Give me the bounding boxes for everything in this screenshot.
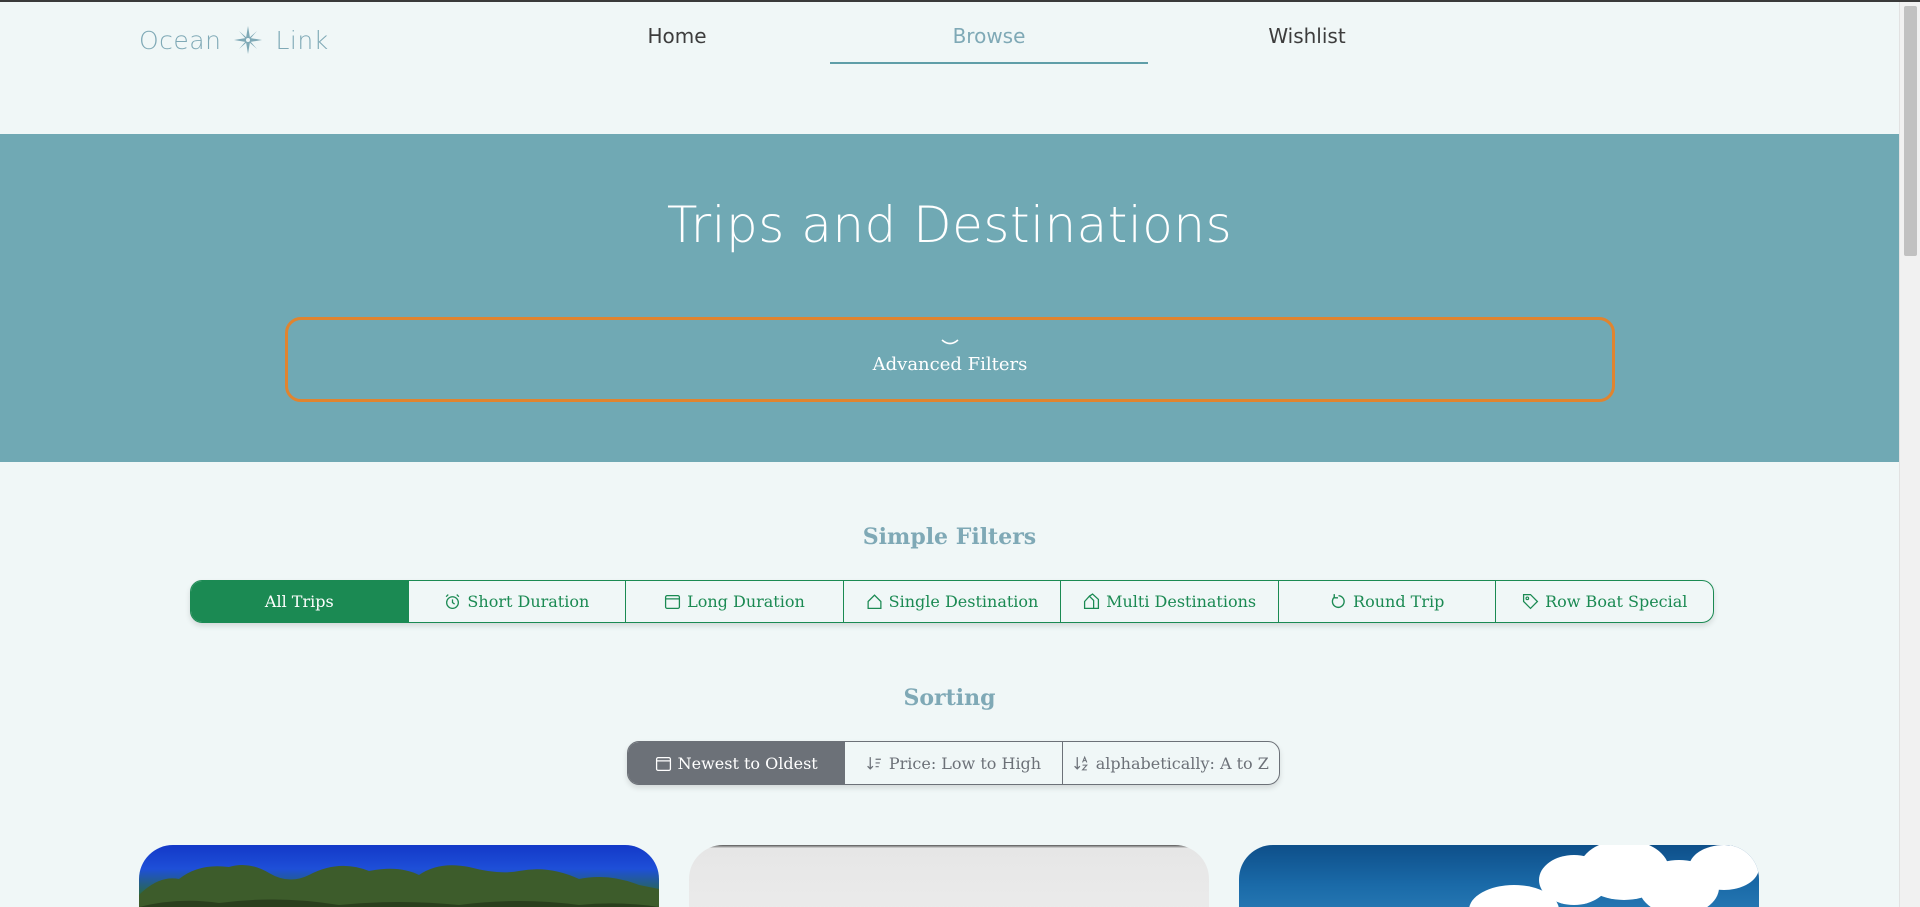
page-title: Trips and Destinations: [666, 196, 1233, 254]
chevron-down-icon: [941, 339, 959, 345]
nav-browse[interactable]: Browse: [830, 24, 1148, 64]
filter-short-duration[interactable]: Short Duration: [409, 581, 627, 622]
sort-label: Price: Low to High: [888, 753, 1042, 773]
alarm-clock-icon: [446, 594, 460, 610]
vertical-scrollbar[interactable]: [1899, 2, 1920, 907]
site-header: Ocean Link Home Browse Wishlist: [0, 2, 1899, 134]
simple-filters-heading: Simple Filters: [862, 524, 1037, 550]
main-nav: Home Browse Wishlist: [0, 2, 1899, 66]
nav-home[interactable]: Home: [600, 24, 754, 64]
filter-label: Round Trip: [1353, 592, 1445, 611]
tag-icon: [1523, 593, 1539, 610]
filter-label: Long Duration: [687, 592, 805, 611]
sort-price-low-to-high[interactable]: Price: Low to High: [845, 742, 1063, 784]
sort-alphabetically-a-to-z[interactable]: alphabetically: A to Z: [1063, 742, 1279, 784]
filter-multi-destinations[interactable]: Multi Destinations: [1061, 581, 1279, 622]
advanced-filters-label: Advanced Filters: [872, 354, 1028, 375]
sort-alpha-down-icon: [1073, 755, 1088, 770]
houses-icon: [1084, 593, 1100, 610]
trip-card-image[interactable]: [139, 845, 659, 907]
sort-label: alphabetically: A to Z: [1095, 753, 1269, 773]
page-viewport: Ocean Link Home Browse Wishlist Trips an…: [0, 2, 1899, 907]
sort-newest-to-oldest[interactable]: Newest to Oldest: [628, 742, 846, 784]
rotate-icon: [1331, 594, 1345, 609]
filter-label: All Trips: [264, 592, 334, 611]
filter-label: Single Destination: [888, 592, 1039, 611]
island-cliffs-image: [139, 865, 659, 907]
hero-banner: Trips and Destinations Advanced Filters: [0, 134, 1899, 462]
calendar-icon: [655, 756, 671, 771]
trip-card-image[interactable]: [1239, 845, 1759, 907]
filter-label: Row Boat Special: [1545, 592, 1688, 611]
filter-row-boat-special[interactable]: Row Boat Special: [1496, 581, 1713, 622]
filter-round-trip[interactable]: Round Trip: [1279, 581, 1497, 622]
scrollbar-thumb[interactable]: [1904, 6, 1917, 256]
filter-all-trips[interactable]: All Trips: [191, 581, 409, 622]
trip-card-image[interactable]: [689, 845, 1209, 907]
sorting-heading: Sorting: [903, 685, 996, 711]
sort-numeric-down-icon: [867, 756, 881, 770]
simple-filters-group: All Trips Short Duration Long Duration S…: [190, 580, 1714, 623]
advanced-filters-toggle[interactable]: Advanced Filters: [285, 317, 1615, 402]
filter-long-duration[interactable]: Long Duration: [626, 581, 844, 622]
filter-single-destination[interactable]: Single Destination: [844, 581, 1062, 622]
sorting-group: Newest to Oldest Price: Low to High alph…: [627, 741, 1280, 785]
filter-label: Short Duration: [467, 592, 590, 611]
house-icon: [867, 594, 882, 610]
filter-label: Multi Destinations: [1106, 592, 1257, 611]
nav-wishlist[interactable]: Wishlist: [1230, 24, 1384, 64]
cloud-shape: [1689, 845, 1759, 890]
sort-label: Newest to Oldest: [677, 753, 818, 773]
calendar-icon: [665, 595, 681, 610]
